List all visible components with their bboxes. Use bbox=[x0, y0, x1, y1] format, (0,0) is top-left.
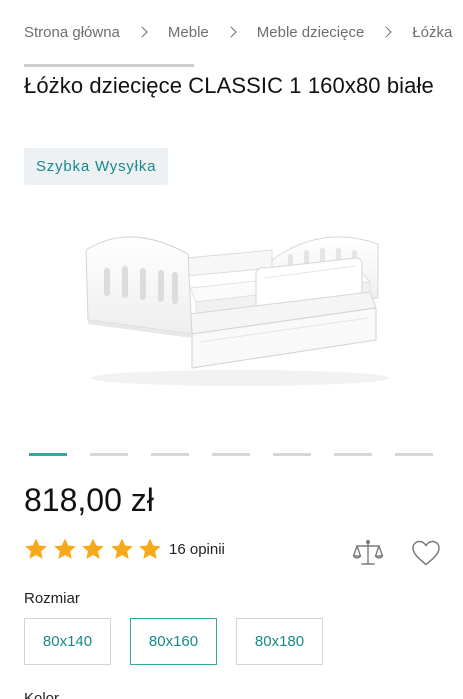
star-icon bbox=[53, 538, 76, 559]
bed-image bbox=[85, 236, 390, 386]
gallery-dot-6[interactable] bbox=[334, 453, 372, 456]
size-option-80x140[interactable]: 80x140 bbox=[24, 618, 111, 665]
chevron-right-icon bbox=[225, 26, 237, 38]
gallery-dot-4[interactable] bbox=[212, 453, 250, 456]
gallery-dot-3[interactable] bbox=[151, 453, 189, 456]
chevron-right-icon bbox=[380, 26, 392, 38]
heart-icon[interactable] bbox=[411, 539, 441, 567]
product-title: Łóżko dziecięce CLASSIC 1 160x80 białe bbox=[24, 73, 434, 98]
size-option-80x180[interactable]: 80x180 bbox=[236, 618, 323, 665]
breadcrumb-furniture[interactable]: Meble bbox=[168, 24, 209, 41]
size-label: Rozmiar bbox=[24, 590, 80, 607]
breadcrumb-scroll-indicator bbox=[24, 64, 194, 67]
product-image[interactable] bbox=[60, 210, 405, 400]
fast-shipping-badge: Szybka Wysyłka bbox=[24, 148, 169, 185]
star-icon bbox=[110, 538, 133, 559]
gallery-dot-7[interactable] bbox=[395, 453, 433, 456]
star-icon bbox=[82, 538, 104, 559]
size-option-80x160[interactable]: 80x160 bbox=[130, 618, 217, 665]
reviews-link[interactable]: 16 opinii bbox=[169, 541, 225, 558]
breadcrumb-home[interactable]: Strona główna bbox=[24, 24, 120, 41]
gallery-dot-5[interactable] bbox=[273, 453, 311, 456]
rating-stars[interactable] bbox=[24, 537, 167, 561]
color-label: Kolor bbox=[24, 690, 60, 699]
star-icon bbox=[139, 538, 161, 559]
scales-icon[interactable] bbox=[352, 538, 384, 568]
star-icon bbox=[25, 538, 47, 559]
breadcrumb-kids-furniture[interactable]: Meble dziecięce bbox=[257, 24, 365, 41]
gallery-pagination bbox=[29, 453, 456, 456]
size-options: 80x140 80x160 80x180 bbox=[24, 618, 342, 665]
chevron-right-icon bbox=[136, 26, 148, 38]
gallery-dot-1[interactable] bbox=[29, 453, 67, 456]
product-price: 818,00 zł bbox=[24, 482, 154, 518]
gallery-dot-2[interactable] bbox=[90, 453, 128, 456]
breadcrumb: Strona główna Meble Meble dziecięce Łóżk… bbox=[24, 22, 452, 42]
breadcrumb-beds[interactable]: Łóżka bbox=[412, 24, 452, 41]
